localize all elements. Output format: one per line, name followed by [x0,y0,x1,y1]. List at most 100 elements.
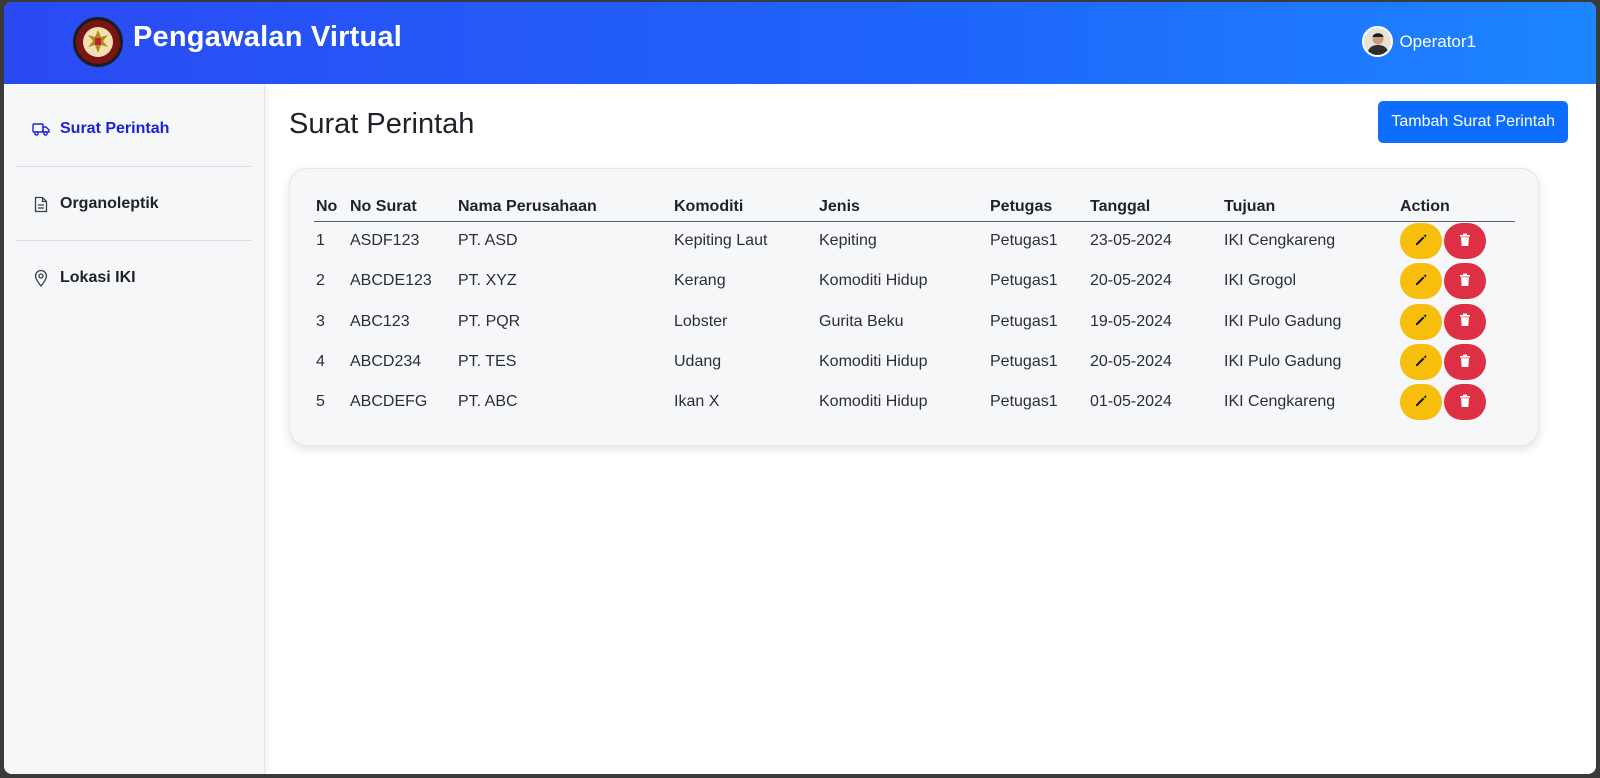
table-cell: Petugas1 [990,353,1058,371]
user-name: Operator1 [1399,31,1476,51]
table-cell: PT. TES [458,353,517,371]
surat-perintah-table: No No Surat Nama Perusahaan Komoditi Jen… [314,193,1515,422]
action-cell [1398,261,1515,301]
pencil-icon [1414,394,1428,411]
table-cell: Petugas1 [990,232,1058,250]
table-card: No No Surat Nama Perusahaan Komoditi Jen… [289,168,1539,446]
add-surat-perintah-button[interactable]: Tambah Surat Perintah [1378,101,1568,143]
table-cell: Gurita Beku [819,312,904,330]
trash-icon [1459,233,1471,250]
table-cell: Petugas1 [990,312,1058,330]
top-navbar: Pengawalan Virtual Operator1 [4,2,1596,84]
table-cell: Komoditi Hidup [819,393,928,411]
table-row: 2 ABCDE123 PT. XYZ Kerang Komoditi Hidup Petu… [314,261,1515,301]
edit-button[interactable] [1400,344,1442,381]
action-cell [1398,221,1515,261]
table-cell: 1 [316,232,325,250]
table-cell: ABCDEFG [350,393,428,411]
table-cell: PT. XYZ [458,272,517,290]
delete-button[interactable] [1444,263,1486,300]
trash-icon [1459,273,1471,290]
column-header: Action [1398,193,1515,222]
column-header: No Surat [348,193,456,222]
column-header: No [314,193,348,222]
table-cell: 4 [316,353,325,371]
table-cell: ABC123 [350,312,410,330]
pencil-icon [1414,273,1428,290]
pencil-icon [1414,233,1428,250]
trash-icon [1459,313,1471,330]
column-header: Tanggal [1088,193,1222,222]
table-cell: PT. PQR [458,312,521,330]
table-cell: 01-05-2024 [1090,393,1172,411]
table-header-row: No No Surat Nama Perusahaan Komoditi Jen… [314,193,1515,222]
table-row: 5 ABCDEFG PT. ABC Ikan X Komoditi Hidup Petug… [314,382,1515,422]
avatar [1362,26,1394,57]
sidebar-item-label: Organoleptik [60,195,159,212]
table-cell: 20-05-2024 [1090,272,1172,290]
sidebar-item-lokasi-iki[interactable]: Lokasi IKI [16,241,252,315]
row-actions [1400,344,1513,381]
table-cell: 23-05-2024 [1090,232,1172,250]
action-cell [1398,382,1515,422]
sidebar-item-label: Surat Perintah [60,120,170,137]
page-title: Surat Perintah [289,108,475,140]
row-actions [1400,303,1513,340]
table-cell: Ikan X [674,393,720,411]
document-icon [32,195,50,213]
table-cell: ABCD234 [350,353,422,371]
edit-button[interactable] [1400,223,1442,260]
pencil-icon [1414,313,1428,330]
table-cell: Komoditi Hidup [819,353,928,371]
delete-button[interactable] [1444,384,1486,421]
table-cell: 3 [316,312,325,330]
table-cell: 20-05-2024 [1090,353,1172,371]
row-actions [1400,384,1513,421]
main-content: Surat Perintah Tambah Surat Perintah No … [266,84,1596,774]
table-cell: IKI Pulo Gadung [1224,312,1342,330]
table-cell: Kerang [674,272,726,290]
delete-button[interactable] [1444,223,1486,260]
edit-button[interactable] [1400,384,1442,421]
table-cell: 19-05-2024 [1090,312,1172,330]
table-cell: ASDF123 [350,232,420,250]
table-cell: IKI Cengkareng [1224,393,1336,411]
table-cell: PT. ASD [458,232,518,250]
row-actions [1400,223,1513,260]
table-body: 1 ASDF123 PT. ASD Kepiting Laut Kepiting Petu… [314,221,1515,422]
table-cell: IKI Cengkareng [1224,232,1336,250]
sidebar: Surat Perintah Organoleptik Lokasi IKI [4,84,265,774]
column-header: Petugas [988,193,1088,222]
column-header: Nama Perusahaan [456,193,672,222]
table-row: 3 ABC123 PT. PQR Lobster Gurita Beku Petugas1… [314,302,1515,342]
location-pin-icon [32,269,50,287]
app-window: Pengawalan Virtual Operator1 Surat Perin… [4,2,1596,774]
user-menu[interactable]: Operator1 [1362,26,1476,57]
column-header: Komoditi [672,193,817,222]
sidebar-item-organoleptik[interactable]: Organoleptik [16,167,252,241]
row-actions [1400,263,1513,300]
garuda-emblem-icon [73,17,123,67]
edit-button[interactable] [1400,263,1442,300]
table-cell: Komoditi Hidup [819,272,928,290]
pencil-icon [1414,354,1428,371]
table-cell: IKI Pulo Gadung [1224,353,1342,371]
sidebar-item-surat-perintah[interactable]: Surat Perintah [16,92,252,166]
table-cell: Udang [674,353,722,371]
trash-icon [1459,354,1471,371]
table-row: 1 ASDF123 PT. ASD Kepiting Laut Kepiting Petu… [314,221,1515,261]
action-cell [1398,342,1515,382]
column-header: Jenis [817,193,988,222]
table-cell: Kepiting Laut [674,232,768,250]
table-cell: Petugas1 [990,393,1058,411]
edit-button[interactable] [1400,303,1442,340]
table-cell: ABCDE123 [350,272,432,290]
truck-icon [32,120,50,138]
table-cell: IKI Grogol [1224,272,1297,290]
delete-button[interactable] [1444,344,1486,381]
sidebar-item-label: Lokasi IKI [60,269,136,286]
table-cell: Kepiting [819,232,877,250]
delete-button[interactable] [1444,303,1486,340]
table-cell: Petugas1 [990,272,1058,290]
trash-icon [1459,394,1471,411]
